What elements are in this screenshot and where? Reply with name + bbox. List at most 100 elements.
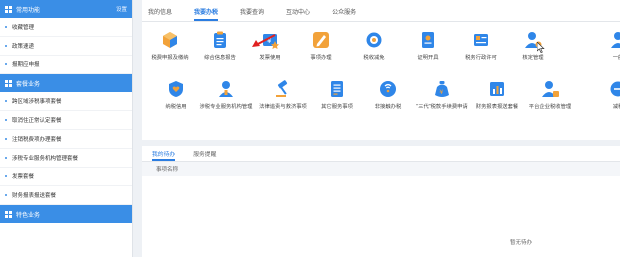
sidebar-item-policy[interactable]: 政策速递 [0,37,132,56]
tab-my-todo[interactable]: 我的待办 [152,149,176,161]
sidebar-item-label: 财务报表报送套餐 [12,193,57,200]
sidebar: 常用功能 设置 收藏管理 政策速递 报期应申报 套餐业务 跨区域涉税事项套餐 取… [0,0,133,257]
bullet-icon [5,175,7,178]
sidebar-section-title: 常用功能 [16,7,41,14]
sidebar-item-package[interactable]: 跨区域涉税事项套餐 [0,92,132,112]
service-tile[interactable]: 税费申报及缴纳 [142,30,198,62]
sidebar-item-label: 跨区域涉税事项套餐 [12,99,62,106]
tab-service-reminder[interactable]: 服务提醒 [193,149,216,161]
bullet-icon [5,44,7,47]
platform-user-icon [540,79,560,99]
service-label: 平台企业税收管理 [528,104,572,110]
sidebar-section-common[interactable]: 常用功能 设置 [0,0,132,18]
service-label: 一般 [612,55,620,61]
service-label: 减税 [612,104,620,110]
service-tile[interactable]: 平台企业税收管理 [522,79,578,111]
service-tile[interactable]: 其它服务事项 [309,79,365,111]
todo-panel: 我的待办 服务提醒 事项名称 暂无待办 [142,140,620,257]
money-bag-icon: ¥ [432,79,452,99]
sidebar-section-package[interactable]: 套餐业务 [0,74,132,93]
contactless-icon [378,79,398,99]
service-tile[interactable]: 纳税信用 [148,79,204,111]
sidebar-item-package[interactable]: 发票套餐 [0,168,132,187]
service-tile[interactable]: 法律追责与救济事项 [255,79,311,111]
service-label: 综合信息报告 [204,55,236,61]
service-tile[interactable]: ¥ "三代"税款手续费申请 [414,79,470,111]
bullet-icon [5,63,7,66]
main-panel: 我的信息 我要办税 我要查询 互动中心 公众服务 税费申报及缴纳 综合信息报告 … [142,0,620,257]
grid-icon [5,210,12,218]
sidebar-item-label: 收藏管理 [12,24,35,31]
service-label: 财务报表报送套餐 [475,104,519,110]
sidebar-section-title: 特色业务 [16,212,41,219]
tab-public-service[interactable]: 公众服务 [332,7,356,21]
sidebar-item-label: 发票套餐 [12,174,35,181]
report-icon [487,79,507,99]
service-tile[interactable]: 一般 [590,30,620,62]
sidebar-item-package[interactable]: 财务报表报送套餐 [0,186,132,206]
service-label: 涉税专业服务机构管理 [199,104,253,110]
sidebar-item-label: 报期应申报 [12,62,40,69]
sidebar-item-label: 取消住正常认定套餐 [12,118,62,125]
service-tile[interactable]: 综合信息报告 [192,30,248,62]
service-tile[interactable]: 非接触办税 [360,79,416,111]
sidebar-section-featured[interactable]: 特色业务 [0,205,132,224]
tab-my-info[interactable]: 我的信息 [148,7,172,21]
sidebar-item-label: 政策速递 [12,43,35,50]
tab-tax-handling[interactable]: 我要办税 [194,7,219,21]
service-tile[interactable]: 事项办理 [293,30,349,62]
svg-text:¥: ¥ [439,88,443,96]
tax-relief-icon [364,30,384,50]
certificate-icon [418,30,438,50]
arrow-annotation-icon [252,34,276,47]
service-label: 证明开具 [417,55,439,61]
reduce-tax-icon [608,79,620,99]
service-tile[interactable]: 税收减免 [346,30,402,62]
sidebar-item-package[interactable]: 注销税费项办理套餐 [0,130,132,149]
service-label: 纳税信用 [165,104,187,110]
service-label: "三代"税款手续费申请 [416,104,468,110]
sidebar-section-title: 套餐业务 [16,81,41,88]
top-tabs: 我的信息 我要办税 我要查询 互动中心 公众服务 [142,0,620,22]
grid-icon [5,5,12,13]
service-label: 税收减免 [363,55,385,61]
service-label: 核定管理 [522,55,544,61]
settings-link[interactable]: 设置 [116,5,127,13]
mouse-cursor-icon [537,42,545,53]
document-list-icon [327,79,347,99]
license-icon [471,30,491,50]
bullet-icon [5,137,7,140]
service-tile[interactable]: 财务报表报送套餐 [469,79,525,111]
pencil-icon [311,30,331,50]
tab-query[interactable]: 我要查询 [240,7,264,21]
gavel-icon [273,79,293,99]
service-label: 事项办理 [310,55,332,61]
heart-shield-icon [166,79,186,99]
sidebar-item-declare[interactable]: 报期应申报 [0,56,132,75]
sidebar-item-package[interactable]: 取消住正常认定套餐 [0,111,132,130]
service-label: 其它服务事项 [321,104,353,110]
bullet-icon [5,156,7,159]
service-label: 非接触办税 [374,104,402,110]
sidebar-item-label: 涉税专业服务机构管理套餐 [12,155,79,162]
service-tile[interactable]: 减税 [590,79,620,111]
bullet-icon [5,194,7,197]
bullet-icon [5,100,7,103]
service-tile[interactable]: 税务行政许可 [453,30,509,62]
sidebar-item-package[interactable]: 涉税专业服务机构管理套餐 [0,149,132,168]
bullet-icon [5,25,7,28]
tab-interaction[interactable]: 互动中心 [286,7,310,21]
service-tile[interactable]: 涉税专业服务机构管理 [198,79,254,111]
service-tile[interactable]: 核定管理 [505,30,561,62]
bullet-icon [5,119,7,122]
sidebar-item-favorites[interactable]: 收藏管理 [0,18,132,37]
service-label: 发票使用 [259,55,281,61]
grid-icon [5,79,12,87]
cube-icon [160,30,180,50]
todo-tabs: 我的待办 服务提醒 [142,146,620,162]
service-label: 税费申报及缴纳 [151,55,189,61]
clipboard-icon [210,30,230,50]
service-tile[interactable]: 证明开具 [400,30,456,62]
sidebar-item-label: 注销税费项办理套餐 [12,136,62,143]
user-icon [608,30,620,50]
